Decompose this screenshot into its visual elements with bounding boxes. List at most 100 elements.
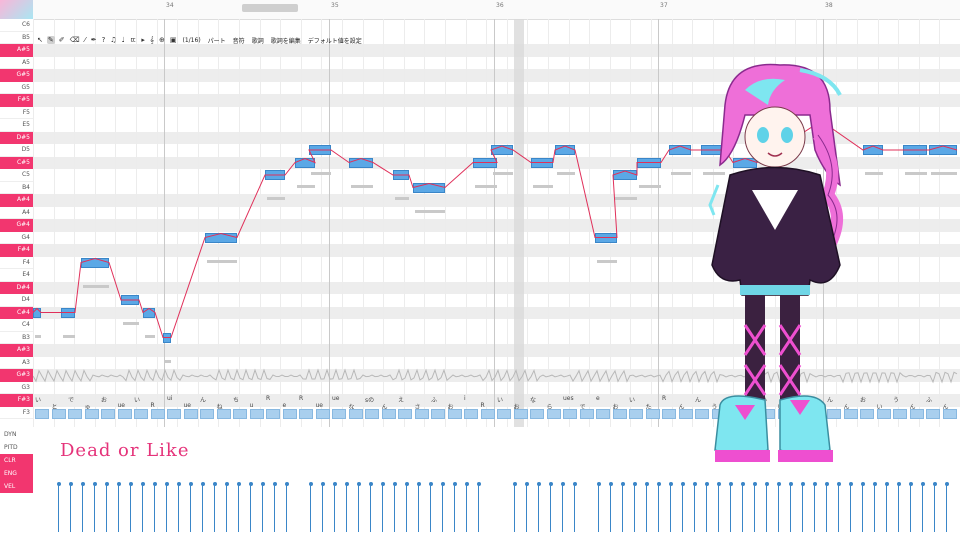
view-option-0-icon[interactable]: ?: [101, 36, 107, 44]
velocity-bar[interactable]: [106, 484, 107, 532]
velocity-bar[interactable]: [286, 484, 287, 532]
lyric-text[interactable]: ue: [316, 402, 324, 409]
toolbar-button-0[interactable]: パート: [206, 36, 228, 45]
velocity-bar[interactable]: [898, 484, 899, 532]
velocity-bar[interactable]: [166, 484, 167, 532]
phoneme-block[interactable]: [447, 409, 462, 419]
view-option-3-icon[interactable]: ㄸ: [129, 35, 137, 45]
velocity-bar[interactable]: [334, 484, 335, 532]
phoneme-block[interactable]: [629, 409, 643, 419]
lyric-text[interactable]: い: [35, 395, 41, 404]
lyric-text[interactable]: ue: [118, 402, 126, 409]
velocity-bar[interactable]: [466, 484, 467, 532]
phoneme-block[interactable]: [876, 409, 891, 419]
lyric-text[interactable]: i: [464, 395, 466, 402]
velocity-handle[interactable]: [608, 482, 613, 486]
velocity-handle[interactable]: [392, 482, 397, 486]
phoneme-block[interactable]: [530, 409, 544, 419]
phoneme-block[interactable]: [68, 409, 82, 419]
horizontal-scrollbar[interactable]: [242, 4, 298, 12]
piano-key[interactable]: D5: [0, 144, 33, 157]
lyric-text[interactable]: ui: [167, 395, 172, 402]
lyric-text[interactable]: い: [134, 395, 140, 404]
piano-key[interactable]: E4: [0, 269, 33, 282]
velocity-handle[interactable]: [884, 482, 889, 486]
phoneme-block[interactable]: [134, 409, 148, 419]
phoneme-block[interactable]: [579, 409, 594, 419]
velocity-handle[interactable]: [596, 482, 601, 486]
velocity-handle[interactable]: [872, 482, 877, 486]
view-option-1-icon[interactable]: ♫: [109, 36, 117, 44]
velocity-bar[interactable]: [610, 484, 611, 532]
velocity-handle[interactable]: [548, 482, 553, 486]
velocity-bar[interactable]: [526, 484, 527, 532]
velocity-bar[interactable]: [934, 484, 935, 532]
velocity-handle[interactable]: [560, 482, 565, 486]
velocity-handle[interactable]: [356, 482, 361, 486]
phoneme-block[interactable]: [332, 409, 346, 419]
velocity-handle[interactable]: [524, 482, 529, 486]
lyric-text[interactable]: え: [398, 395, 404, 404]
velocity-bar[interactable]: [454, 484, 455, 532]
toolbar-button-3[interactable]: 歌詞を編集: [269, 36, 303, 45]
phoneme-block[interactable]: [233, 409, 247, 419]
velocity-handle[interactable]: [680, 482, 685, 486]
velocity-handle[interactable]: [380, 482, 385, 486]
velocity-handle[interactable]: [284, 482, 289, 486]
velocity-bar[interactable]: [118, 484, 119, 532]
piano-key[interactable]: D4: [0, 294, 33, 307]
lyric-text[interactable]: い: [629, 395, 635, 404]
velocity-bar[interactable]: [946, 484, 947, 532]
piano-key[interactable]: B4: [0, 181, 33, 194]
phoneme-block[interactable]: [249, 409, 264, 419]
velocity-bar[interactable]: [886, 484, 887, 532]
tool-4-icon[interactable]: ⁄: [84, 36, 87, 44]
velocity-bar[interactable]: [82, 484, 83, 532]
velocity-handle[interactable]: [152, 482, 157, 486]
velocity-handle[interactable]: [332, 482, 337, 486]
phoneme-block[interactable]: [480, 409, 495, 419]
lyric-text[interactable]: ふ: [431, 395, 437, 404]
velocity-bar[interactable]: [370, 484, 371, 532]
velocity-bar[interactable]: [202, 484, 203, 532]
phoneme-block[interactable]: [35, 409, 49, 419]
piano-key[interactable]: A#3: [0, 344, 33, 357]
velocity-handle[interactable]: [320, 482, 325, 486]
phoneme-block[interactable]: [513, 409, 528, 419]
piano-key[interactable]: F5: [0, 106, 33, 119]
piano-key[interactable]: C#4: [0, 306, 33, 319]
phoneme-block[interactable]: [431, 409, 445, 419]
lyric-text[interactable]: e: [283, 402, 287, 409]
velocity-bar[interactable]: [862, 484, 863, 532]
velocity-handle[interactable]: [452, 482, 457, 486]
toolbar-button-4[interactable]: デフォルト値を設定: [306, 36, 364, 45]
velocity-handle[interactable]: [56, 482, 61, 486]
phoneme-block[interactable]: [414, 409, 429, 419]
phoneme-block[interactable]: [893, 409, 907, 419]
view-option-6-icon[interactable]: ⊕: [158, 36, 166, 44]
velocity-handle[interactable]: [908, 482, 913, 486]
piano-key[interactable]: F#3: [0, 394, 33, 407]
piano-keys[interactable]: C6 B5 A#5 A5 G#5 G5 F#5 F5 E5 D#5 D5 C#5 C5 B4 A#4 A4 G#…: [0, 19, 33, 427]
velocity-handle[interactable]: [896, 482, 901, 486]
velocity-handle[interactable]: [308, 482, 313, 486]
velocity-bar[interactable]: [154, 484, 155, 532]
phoneme-block[interactable]: [84, 409, 99, 419]
phoneme-block[interactable]: [51, 409, 66, 419]
velocity-bar[interactable]: [214, 484, 215, 532]
velocity-bar[interactable]: [418, 484, 419, 532]
lyric-text[interactable]: ue: [184, 402, 192, 409]
velocity-bar[interactable]: [670, 484, 671, 532]
velocity-bar[interactable]: [538, 484, 539, 532]
velocity-handle[interactable]: [404, 482, 409, 486]
phoneme-block[interactable]: [546, 409, 561, 419]
velocity-bar[interactable]: [178, 484, 179, 532]
velocity-handle[interactable]: [188, 482, 193, 486]
velocity-bar[interactable]: [634, 484, 635, 532]
lyric-text[interactable]: な: [530, 395, 536, 404]
velocity-bar[interactable]: [274, 484, 275, 532]
phoneme-block[interactable]: [365, 409, 379, 419]
lyric-text[interactable]: R: [299, 395, 303, 402]
velocity-handle[interactable]: [464, 482, 469, 486]
piano-key[interactable]: C5: [0, 169, 33, 182]
